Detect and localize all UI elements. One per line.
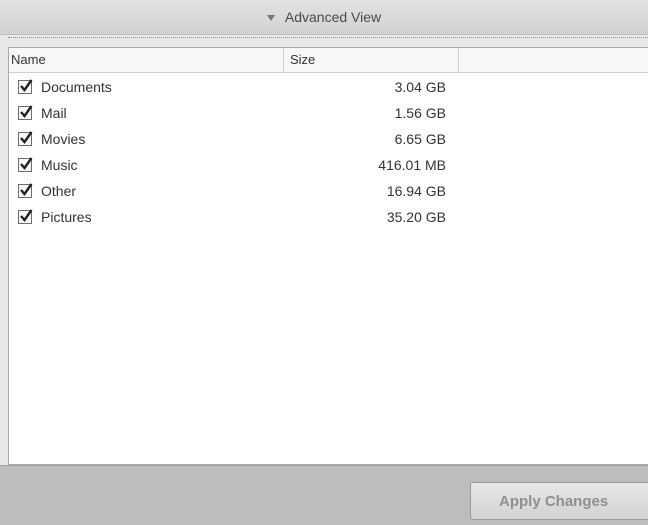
- table-row: Pictures 35.20 GB: [9, 205, 648, 231]
- row-name: Documents: [41, 79, 112, 95]
- checkmark-icon: [20, 131, 33, 144]
- checkmark-icon: [20, 79, 33, 92]
- checkmark-icon: [20, 157, 33, 170]
- column-header-size[interactable]: Size: [284, 48, 459, 72]
- table-row: Mail 1.56 GB: [9, 101, 648, 127]
- footer-bar: Apply Changes: [0, 465, 648, 525]
- advanced-view-window: Advanced View Name Size Documents 3.04 G…: [0, 0, 648, 525]
- checkmark-icon: [20, 183, 33, 196]
- row-checkbox[interactable]: [18, 209, 33, 224]
- table-header: Name Size: [9, 48, 648, 73]
- row-checkbox[interactable]: [18, 105, 33, 120]
- table-row: Music 416.01 MB: [9, 153, 648, 179]
- table-row: Other 16.94 GB: [9, 179, 648, 205]
- row-name: Movies: [41, 131, 86, 147]
- table-row: Documents 3.04 GB: [9, 75, 648, 101]
- category-table: Name Size Documents 3.04 GB Mail 1.56 GB…: [8, 47, 648, 465]
- row-name: Other: [41, 183, 77, 199]
- row-size: 1.56 GB: [394, 105, 446, 121]
- row-name: Mail: [41, 105, 67, 121]
- row-size: 16.94 GB: [386, 183, 446, 199]
- row-size: 3.04 GB: [394, 79, 446, 95]
- column-header-name[interactable]: Name: [9, 48, 284, 72]
- row-checkbox[interactable]: [18, 131, 33, 146]
- checkmark-icon: [20, 105, 33, 118]
- disclosure-triangle-down-icon: [266, 14, 275, 21]
- row-size: 6.65 GB: [394, 131, 446, 147]
- row-size: 416.01 MB: [378, 157, 446, 173]
- divider: [8, 37, 648, 38]
- row-checkbox[interactable]: [18, 79, 33, 94]
- apply-changes-button[interactable]: Apply Changes: [470, 482, 648, 520]
- row-checkbox[interactable]: [18, 157, 33, 172]
- row-name: Pictures: [41, 209, 92, 225]
- table-row: Movies 6.65 GB: [9, 127, 648, 153]
- row-checkbox[interactable]: [18, 183, 33, 198]
- column-header-empty: [459, 48, 648, 72]
- row-name: Music: [41, 157, 78, 173]
- row-size: 35.20 GB: [386, 209, 446, 225]
- advanced-view-title: Advanced View: [284, 9, 382, 25]
- checkmark-icon: [20, 209, 33, 222]
- advanced-view-toggle[interactable]: Advanced View: [0, 0, 648, 35]
